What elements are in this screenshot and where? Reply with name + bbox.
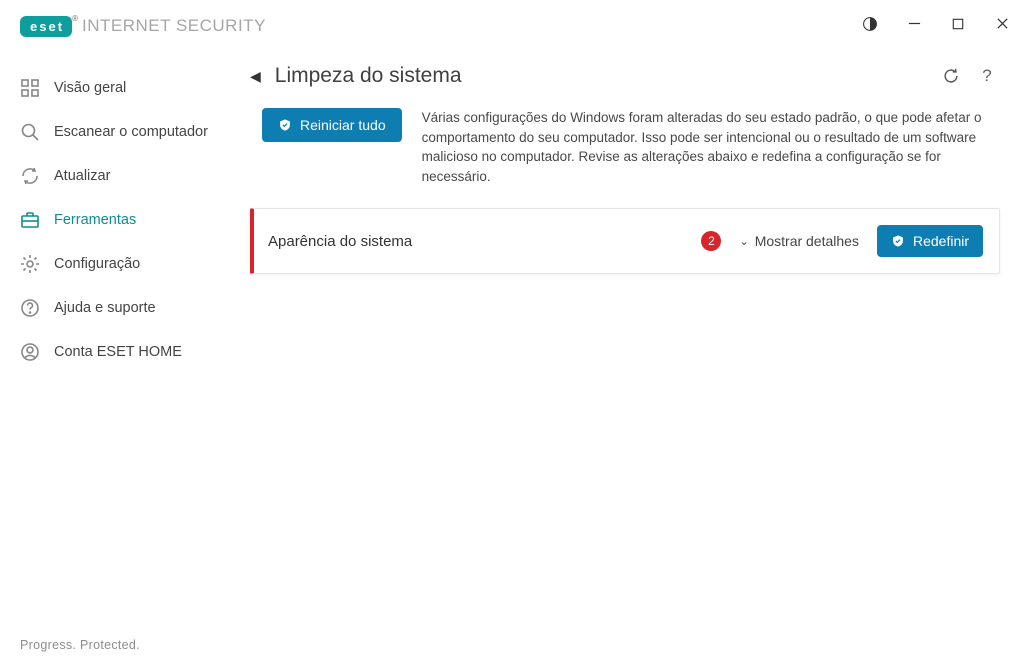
sidebar-item-help[interactable]: Ajuda e suporte xyxy=(0,286,240,330)
shield-icon xyxy=(278,118,292,132)
window-controls xyxy=(860,16,1012,37)
sidebar-item-account[interactable]: Conta ESET HOME xyxy=(0,330,240,374)
refresh-icon xyxy=(20,166,40,186)
logo-badge: eset ® xyxy=(20,16,72,37)
title-bar: eset ® INTERNET SECURITY xyxy=(0,0,1024,52)
maximize-button[interactable] xyxy=(948,17,968,35)
brand: eset ® INTERNET SECURITY xyxy=(20,16,266,37)
cleanup-card-system-appearance: Aparência do sistema 2 ⌄ Mostrar detalhe… xyxy=(250,208,1000,274)
sidebar-item-scan[interactable]: Escanear o computador xyxy=(0,110,240,154)
sidebar-item-setup[interactable]: Configuração xyxy=(0,242,240,286)
description-row: Reiniciar tudo Várias configurações do W… xyxy=(250,108,1000,186)
sidebar-item-label: Ajuda e suporte xyxy=(54,300,156,316)
sidebar-item-label: Atualizar xyxy=(54,168,110,184)
sidebar-item-label: Escanear o computador xyxy=(54,124,208,140)
help-icon xyxy=(20,298,40,318)
button-label: Reiniciar tudo xyxy=(300,117,386,133)
footer-tagline: Progress. Protected. xyxy=(20,638,140,652)
shield-icon xyxy=(891,234,905,248)
details-label: Mostrar detalhes xyxy=(755,233,859,249)
sidebar-item-label: Configuração xyxy=(54,256,140,272)
sidebar-item-label: Conta ESET HOME xyxy=(54,344,182,360)
grid-icon xyxy=(20,78,40,98)
sidebar-item-label: Ferramentas xyxy=(54,212,136,228)
sidebar-item-overview[interactable]: Visão geral xyxy=(0,66,240,110)
minimize-button[interactable] xyxy=(904,17,924,35)
card-title: Aparência do sistema xyxy=(268,233,412,250)
show-details-toggle[interactable]: ⌄ Mostrar detalhes xyxy=(739,233,859,249)
refresh-page-icon[interactable] xyxy=(942,67,960,85)
sidebar: Visão geral Escanear o computador Atuali… xyxy=(0,52,240,622)
sidebar-item-label: Visão geral xyxy=(54,80,126,96)
content-area: ◀ Limpeza do sistema ? Reiniciar tudo Vá… xyxy=(240,52,1024,622)
count-badge: 2 xyxy=(701,231,721,251)
reset-all-button[interactable]: Reiniciar tudo xyxy=(262,108,402,142)
logo-text: eset xyxy=(30,19,64,34)
help-page-icon[interactable]: ? xyxy=(978,67,996,85)
back-button[interactable]: ◀ xyxy=(250,68,261,85)
briefcase-icon xyxy=(20,210,40,230)
chevron-down-icon: ⌄ xyxy=(739,235,748,248)
page-header: ◀ Limpeza do sistema ? xyxy=(250,64,1000,88)
sidebar-item-update[interactable]: Atualizar xyxy=(0,154,240,198)
button-label: Redefinir xyxy=(913,233,969,249)
reset-button[interactable]: Redefinir xyxy=(877,225,983,257)
page-description: Várias configurações do Windows foram al… xyxy=(422,108,1000,186)
registered-mark: ® xyxy=(72,14,80,23)
close-button[interactable] xyxy=(992,17,1012,35)
contrast-icon[interactable] xyxy=(860,16,880,37)
user-icon xyxy=(20,342,40,362)
page-title: Limpeza do sistema xyxy=(275,64,462,88)
product-name: INTERNET SECURITY xyxy=(82,16,266,36)
gear-icon xyxy=(20,254,40,274)
sidebar-item-tools[interactable]: Ferramentas xyxy=(0,198,240,242)
search-icon xyxy=(20,122,40,142)
